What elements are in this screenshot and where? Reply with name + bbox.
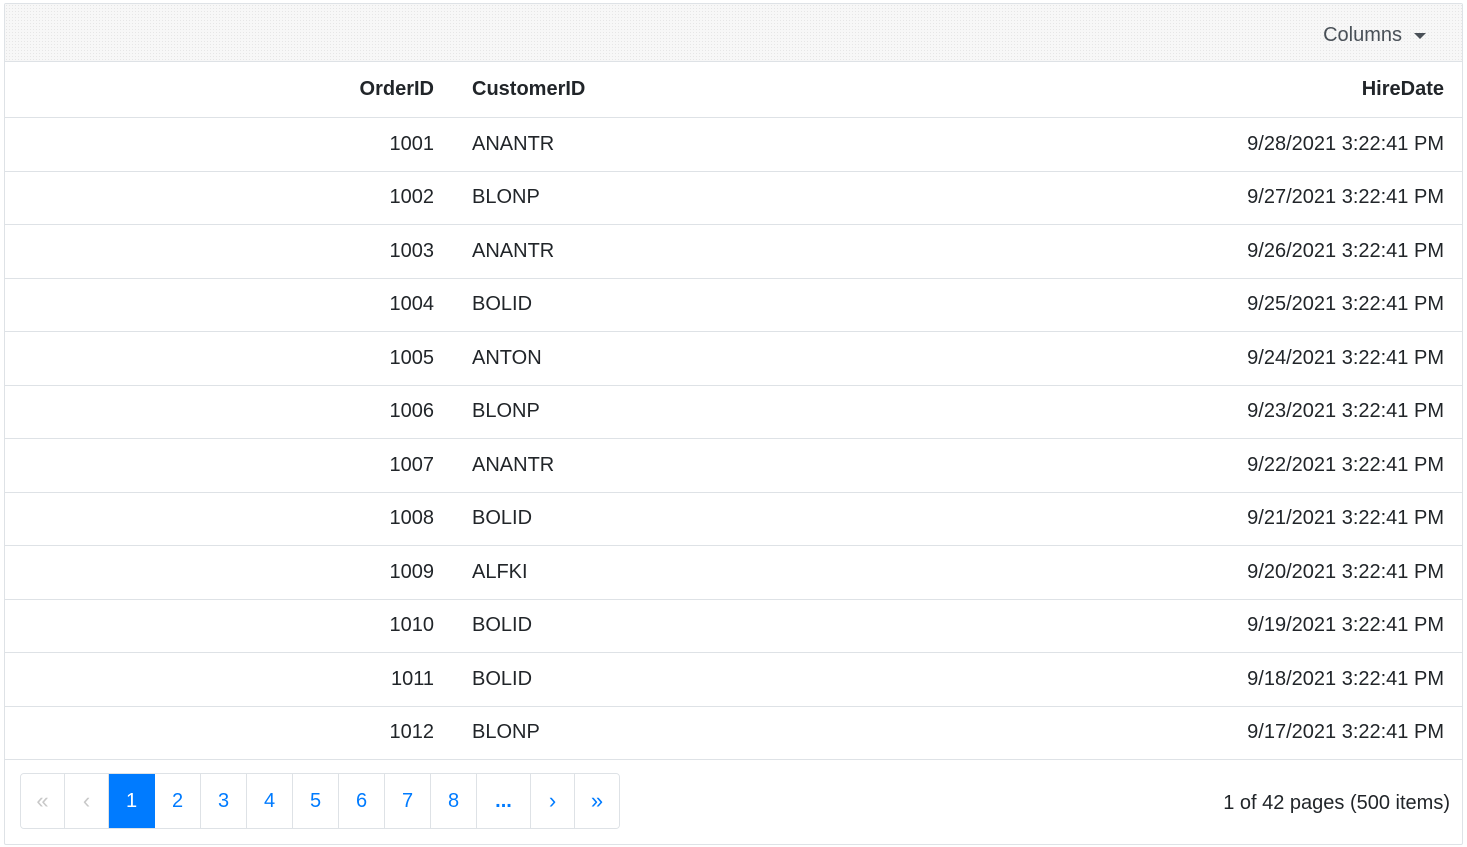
cell-customerid: BOLID <box>472 293 533 316</box>
table-row[interactable]: 1010 BOLID 9/19/2021 3:22:41 PM <box>5 600 1462 653</box>
page-button-8[interactable]: 8 <box>431 774 477 828</box>
cell-customerid: ANTON <box>472 346 542 369</box>
cell-hiredate: 9/19/2021 3:22:41 PM <box>1247 614 1444 637</box>
cell-hiredate: 9/17/2021 3:22:41 PM <box>1247 721 1444 744</box>
previous-page-icon: ‹ <box>65 774 109 828</box>
cell-hiredate: 9/23/2021 3:22:41 PM <box>1247 400 1444 423</box>
cell-orderid: 1012 <box>389 721 435 744</box>
cell-hiredate: 9/27/2021 3:22:41 PM <box>1247 186 1444 209</box>
page-button-1[interactable]: 1 <box>109 774 155 828</box>
first-page-icon: « <box>21 774 65 828</box>
cell-orderid: 1010 <box>389 614 435 637</box>
table-row[interactable]: 1004 BOLID 9/25/2021 3:22:41 PM <box>5 279 1462 332</box>
columns-chooser-button[interactable]: Columns <box>1323 18 1426 52</box>
page-button-2[interactable]: 2 <box>155 774 201 828</box>
cell-customerid: BLONP <box>472 721 540 744</box>
cell-orderid: 1007 <box>389 453 435 476</box>
table-row[interactable]: 1003 ANANTR 9/26/2021 3:22:41 PM <box>5 225 1462 279</box>
pager-info: 1 of 42 pages (500 items) <box>1223 791 1450 814</box>
page-button-6[interactable]: 6 <box>339 774 385 828</box>
page-button-3[interactable]: 3 <box>201 774 247 828</box>
cell-orderid: 1009 <box>389 560 435 583</box>
header-row: OrderID CustomerID HireDate <box>5 62 1462 118</box>
cell-hiredate: 9/25/2021 3:22:41 PM <box>1247 293 1444 316</box>
page-button-7[interactable]: 7 <box>385 774 431 828</box>
cell-hiredate: 9/18/2021 3:22:41 PM <box>1247 667 1444 690</box>
table-row[interactable]: 1011 BOLID 9/18/2021 3:22:41 PM <box>5 653 1462 707</box>
cell-customerid: BLONP <box>472 186 540 209</box>
cell-customerid: BOLID <box>472 507 533 530</box>
cell-orderid: 1006 <box>389 400 435 423</box>
columns-chooser-label: Columns <box>1323 23 1402 46</box>
cell-customerid: ANANTR <box>472 239 555 262</box>
cell-hiredate: 9/20/2021 3:22:41 PM <box>1247 560 1444 583</box>
cell-orderid: 1011 <box>390 667 434 690</box>
more-pages-button[interactable]: ... <box>477 774 531 828</box>
cell-orderid: 1004 <box>389 293 435 316</box>
cell-hiredate: 9/24/2021 3:22:41 PM <box>1247 346 1444 369</box>
table-row[interactable]: 1005 ANTON 9/24/2021 3:22:41 PM <box>5 332 1462 386</box>
last-page-icon[interactable]: » <box>575 774 619 828</box>
cell-orderid: 1003 <box>389 239 435 262</box>
cell-customerid: BOLID <box>472 614 533 637</box>
cell-hiredate: 9/28/2021 3:22:41 PM <box>1247 132 1444 155</box>
cell-hiredate: 9/26/2021 3:22:41 PM <box>1247 239 1444 262</box>
cell-hiredate: 9/22/2021 3:22:41 PM <box>1247 453 1444 476</box>
cell-customerid: ANANTR <box>472 132 555 155</box>
data-grid: Columns OrderID CustomerID HireDate 1001… <box>4 3 1463 845</box>
cell-customerid: ANANTR <box>472 453 555 476</box>
column-header-customerid[interactable]: CustomerID <box>472 62 585 117</box>
table-row[interactable]: 1002 BLONP 9/27/2021 3:22:41 PM <box>5 172 1462 225</box>
cell-customerid: BOLID <box>472 667 533 690</box>
grid-toolbar: Columns <box>5 4 1462 62</box>
cell-hiredate: 9/21/2021 3:22:41 PM <box>1247 507 1444 530</box>
table-row[interactable]: 1007 ANANTR 9/22/2021 3:22:41 PM <box>5 439 1462 493</box>
cell-customerid: ALFKI <box>472 560 528 583</box>
table-row[interactable]: 1006 BLONP 9/23/2021 3:22:41 PM <box>5 386 1462 439</box>
next-page-icon[interactable]: › <box>531 774 575 828</box>
table-row[interactable]: 1012 BLONP 9/17/2021 3:22:41 PM <box>5 707 1462 760</box>
cell-orderid: 1001 <box>389 132 435 155</box>
table-row[interactable]: 1001 ANANTR 9/28/2021 3:22:41 PM <box>5 118 1462 172</box>
pager: «‹ 1 2 3 4 5 6 7 8... ›» <box>20 773 620 829</box>
table-row[interactable]: 1009 ALFKI 9/20/2021 3:22:41 PM <box>5 546 1462 600</box>
cell-orderid: 1005 <box>389 346 435 369</box>
column-header-orderid[interactable]: OrderID <box>360 62 434 117</box>
page-button-5[interactable]: 5 <box>293 774 339 828</box>
cell-orderid: 1008 <box>389 507 435 530</box>
cell-orderid: 1002 <box>389 186 435 209</box>
table-row[interactable]: 1008 BOLID 9/21/2021 3:22:41 PM <box>5 493 1462 546</box>
table-body: 1001 ANANTR 9/28/2021 3:22:41 PM 1002 BLONP 9… <box>5 118 1462 760</box>
column-header-hiredate[interactable]: HireDate <box>1362 62 1444 117</box>
caret-down-icon <box>1414 33 1426 39</box>
cell-customerid: BLONP <box>472 400 540 423</box>
page-button-4[interactable]: 4 <box>247 774 293 828</box>
